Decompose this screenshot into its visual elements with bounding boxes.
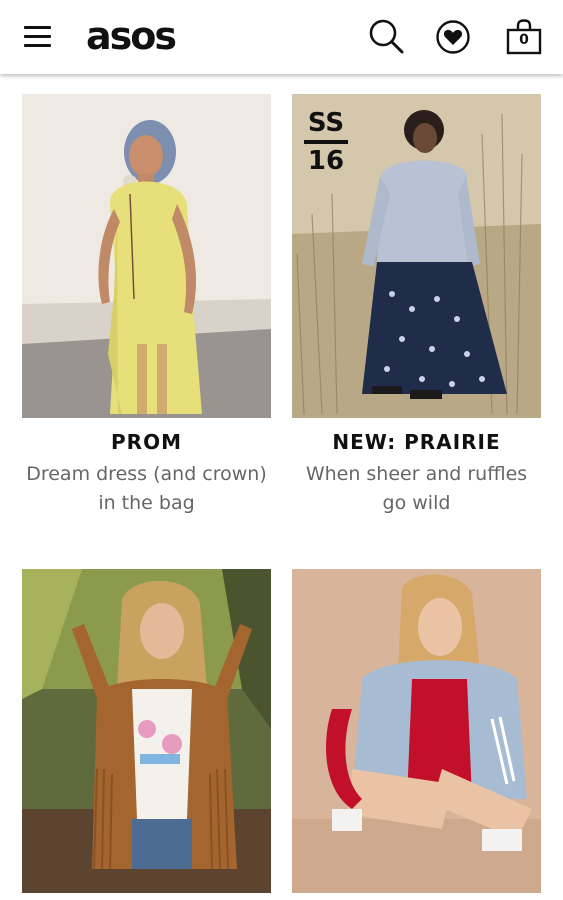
editorial-card-fringe-jacket[interactable]: [22, 569, 271, 893]
badge-divider: [304, 140, 348, 144]
prom-photo[interactable]: [22, 94, 271, 418]
hamburger-menu-icon[interactable]: [24, 26, 52, 48]
fringe-jacket-photo[interactable]: [22, 569, 271, 893]
card-subtitle: Dream dress (and crown) in the bag: [26, 463, 267, 514]
editorial-card-prairie[interactable]: SS 16 NEW: PRAIRIE When sheer and ruffle…: [292, 94, 541, 534]
saved-items-heart-icon[interactable]: [435, 18, 473, 56]
card-subtitle: When sheer and ruffles go wild: [305, 463, 528, 514]
card-title[interactable]: PROM: [22, 430, 271, 454]
card-title[interactable]: NEW: PRAIRIE: [292, 430, 541, 454]
asos-logo[interactable]: asos: [86, 12, 177, 60]
top-header: asos 0: [0, 0, 563, 74]
shopping-bag-icon[interactable]: 0: [506, 18, 542, 56]
badge-season: SS: [307, 108, 345, 138]
search-icon[interactable]: [368, 18, 406, 56]
ss16-badge: SS 16: [304, 108, 348, 176]
editorial-card-prom[interactable]: PROM Dream dress (and crown) in the bag: [22, 94, 271, 534]
bag-count: 0: [519, 32, 529, 48]
badge-year: 16: [307, 146, 345, 176]
denim-jacket-photo[interactable]: [292, 569, 541, 893]
prairie-photo[interactable]: SS 16: [292, 94, 541, 418]
editorial-card-denim-jacket[interactable]: [292, 569, 541, 893]
